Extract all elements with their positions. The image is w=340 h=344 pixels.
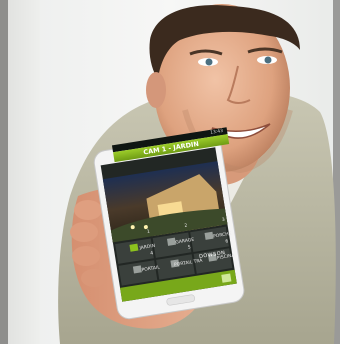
grid-number: 5 <box>187 245 192 251</box>
phone-screen: 13:43 CAM 1 - JARDIN 1 JARDIN 2 GARAGE 3… <box>108 127 252 285</box>
camera-button-porche[interactable]: PORCHE <box>205 231 240 242</box>
camera-button-garage[interactable]: GARAGE <box>168 237 203 248</box>
grid-number: 2 <box>184 223 188 229</box>
photo-scene: 13:43 CAM 1 - JARDIN 1 JARDIN 2 GARAGE 3… <box>0 0 340 344</box>
grid-number: 6 <box>225 239 229 245</box>
camera-button-jardin[interactable]: JARDIN <box>130 242 165 253</box>
grid-number: 1 <box>146 229 151 235</box>
grid-number: 4 <box>150 251 154 257</box>
camera-button-portail[interactable]: PORTAIL <box>134 264 169 275</box>
grid-number: 3 <box>221 217 226 224</box>
